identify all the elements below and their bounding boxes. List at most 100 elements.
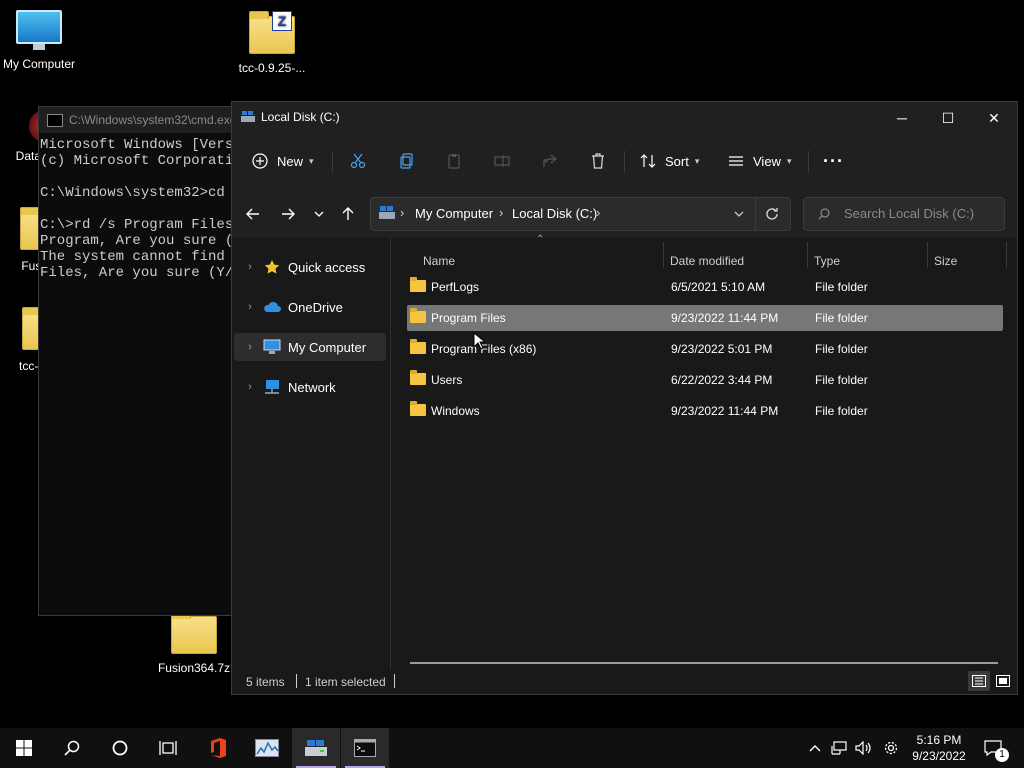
nav-item-network[interactable]: › Network [234,373,386,401]
breadcrumb-separator: › [596,205,601,220]
network-tray-button[interactable] [828,728,850,768]
cortana-button[interactable] [96,728,144,768]
breadcrumb-separator: › [499,205,504,220]
column-header-date[interactable]: Date modified [670,246,800,276]
nav-item-label: Quick access [288,259,366,275]
column-header-size[interactable]: Size [934,246,1004,276]
file-type: File folder [815,280,868,294]
search-box[interactable]: Search Local Disk (C:) [803,197,1005,231]
search-icon [818,208,830,220]
chevron-right-icon[interactable]: › [238,261,262,273]
cmd-titlebar[interactable]: C:\Windows\system32\cmd.exe [39,107,239,133]
new-button[interactable]: New ▾ [252,134,314,188]
taskbar-app-monitor[interactable] [243,728,291,768]
delete-button[interactable] [590,134,606,188]
column-divider[interactable] [807,242,808,268]
details-view-button[interactable] [968,671,990,691]
column-header-label: Name [423,254,456,268]
cut-button[interactable] [350,134,366,188]
column-divider[interactable] [663,242,664,268]
column-header-type[interactable]: Type [814,246,924,276]
file-name: PerfLogs [431,280,480,294]
cmd-window[interactable]: C:\Windows\system32\cmd.exe Microsoft Wi… [38,106,240,616]
column-header-name[interactable]: Name [423,246,663,276]
taskbar-app-office[interactable] [194,728,242,768]
desktop-icon-fusion-zip[interactable]: Fusion364.7z [149,611,239,675]
file-row[interactable]: Program Files (x86) 9/23/2022 5:01 PM Fi… [407,336,1003,362]
cmd-title: C:\Windows\system32\cmd.exe [69,113,237,127]
notification-center-button[interactable]: 1 [980,728,1009,768]
status-divider [296,674,297,688]
up-button[interactable] [336,202,360,226]
details-view-icon [972,675,986,687]
refresh-icon[interactable] [765,207,779,221]
taskbar-app-file-explorer[interactable] [292,728,340,768]
settings-tray-button[interactable] [879,728,903,768]
column-divider[interactable] [1006,242,1007,268]
file-name: Windows [431,404,480,418]
explorer-window[interactable]: Local Disk (C:) ─ ☐ ✕ New ▾ Sort ▾ View … [231,101,1018,695]
forward-button[interactable] [276,202,300,226]
chevron-right-icon[interactable]: › [238,381,262,393]
zip-folder-icon: Z [249,11,295,54]
chevron-down-icon: ▾ [694,155,700,166]
tiles-view-button[interactable] [992,671,1014,691]
recent-locations-button[interactable] [307,202,331,226]
sort-button[interactable]: Sort ▾ [640,134,699,188]
file-date: 6/5/2021 5:10 AM [671,280,766,294]
copy-button[interactable] [399,134,415,188]
chevron-right-icon[interactable]: › [238,341,262,353]
sort-ascending-icon: ⌃ [536,234,545,245]
column-divider[interactable] [927,242,928,268]
breadcrumb-local-disk[interactable]: Local Disk (C:) [512,206,597,221]
drive-icon [241,111,255,122]
rename-button[interactable] [494,134,510,188]
back-button[interactable] [241,202,265,226]
search-button[interactable] [48,728,96,768]
explorer-titlebar[interactable]: Local Disk (C:) ─ ☐ ✕ [232,102,1017,134]
desktop-icon-tcc-zip[interactable]: Z tcc-0.9.25-... [227,10,317,75]
rename-icon [494,155,510,167]
file-date: 9/23/2022 5:01 PM [671,342,773,356]
column-header-label: Size [934,254,958,268]
zip-folder-icon [171,611,217,654]
view-button[interactable]: View ▾ [728,134,791,188]
more-options-button[interactable]: ··· [823,134,844,188]
paste-button[interactable] [446,134,462,188]
show-hidden-icons-button[interactable] [804,728,826,768]
file-list: ⌃ Name Date modified Type Size PerfLogs … [391,234,1017,670]
clock-date: 9/23/2022 [912,749,966,763]
volume-button[interactable] [852,728,874,768]
view-label: View [753,153,781,169]
nav-item-onedrive[interactable]: › OneDrive [234,293,386,321]
desktop-icon-my-computer[interactable]: My Computer [0,10,84,71]
sort-label: Sort [665,153,689,169]
chevron-down-icon[interactable] [734,209,744,219]
clock[interactable]: 5:16 PM 9/23/2022 [904,732,974,764]
address-bar[interactable]: › My Computer › Local Disk (C:) › [370,197,791,231]
chevron-up-icon [809,745,821,752]
file-row[interactable]: Users 6/22/2022 3:44 PM File folder [407,367,1003,393]
file-row[interactable]: PerfLogs 6/5/2021 5:10 AM File folder [407,274,1003,300]
file-row-selected[interactable]: Program Files 9/23/2022 11:44 PM File fo… [407,305,1003,331]
horizontal-scrollbar[interactable] [410,662,998,664]
minimize-button[interactable]: ─ [879,102,925,134]
maximize-button[interactable]: ☐ [925,102,971,134]
chevron-right-icon[interactable]: › [238,301,262,313]
terminal-icon [354,739,376,757]
window-title: Local Disk (C:) [261,110,340,124]
performance-monitor-icon [255,739,279,757]
desktop-icon-label: My Computer [2,57,76,71]
taskbar-app-cmd[interactable] [341,728,389,768]
task-view-button[interactable] [144,728,192,768]
nav-item-quick-access[interactable]: › Quick access [234,253,386,281]
file-row[interactable]: Windows 9/23/2022 11:44 PM File folder [407,398,1003,424]
close-button[interactable]: ✕ [971,102,1017,134]
computer-icon [16,10,62,50]
nav-item-my-computer[interactable]: › My Computer [234,333,386,361]
breadcrumb-separator: › [400,205,405,220]
circle-icon [112,740,128,756]
share-button[interactable] [542,134,558,188]
breadcrumb-my-computer[interactable]: My Computer [415,206,493,221]
start-button[interactable] [0,728,48,768]
